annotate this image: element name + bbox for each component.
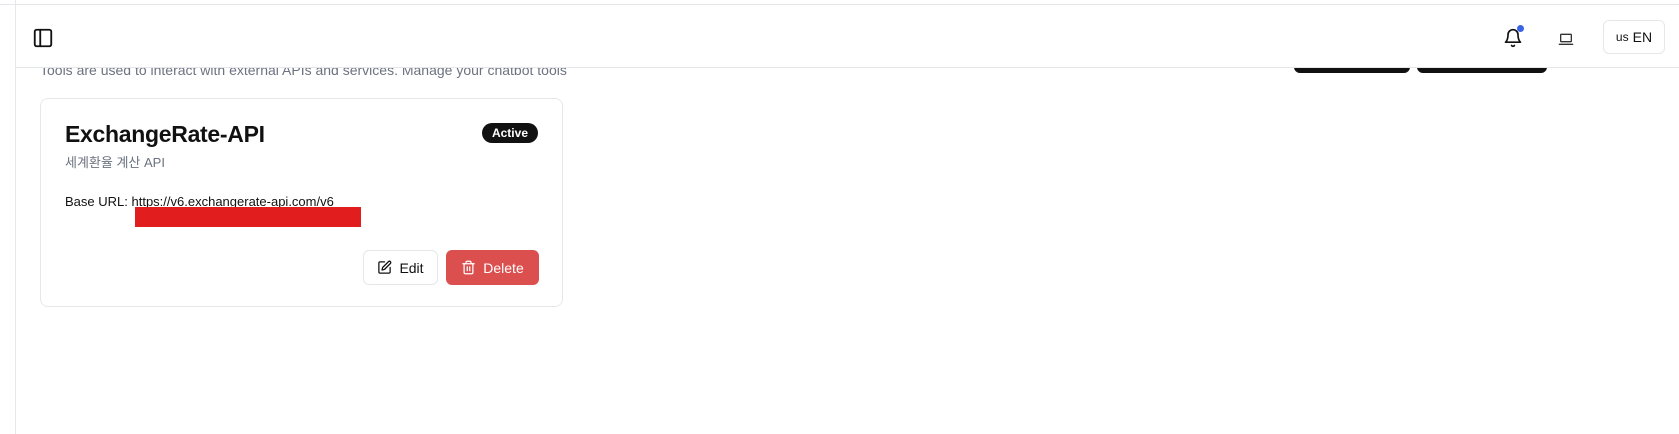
edit-icon [377, 260, 392, 275]
delete-label: Delete [483, 259, 524, 276]
edit-button[interactable]: Edit [363, 250, 438, 285]
device-toggle-button[interactable] [1554, 27, 1578, 51]
sidebar-panel-icon[interactable] [30, 25, 56, 51]
language-code: EN [1632, 29, 1653, 45]
language-selector[interactable]: us EN [1603, 20, 1665, 54]
laptop-icon [1558, 31, 1574, 47]
redaction-box [135, 207, 361, 227]
edit-label: Edit [399, 259, 424, 276]
collapsed-sidebar [0, 0, 16, 434]
top-header: us EN [16, 5, 1679, 68]
tool-name: ExchangeRate-API [65, 121, 265, 147]
delete-button[interactable]: Delete [446, 250, 539, 285]
status-badge: Active [481, 123, 538, 143]
app-frame: Tools are used to interact with external… [0, 0, 1679, 434]
base-url-label: Base URL: [65, 194, 128, 209]
notification-dot [1517, 25, 1524, 32]
notification-button[interactable] [1500, 25, 1526, 51]
trash-icon [461, 260, 476, 275]
tool-card: ExchangeRate-API Active 세계환율 계산 API Base… [40, 98, 563, 307]
tool-description: 세계환율 계산 API [65, 155, 165, 170]
flag-icon: us [1615, 30, 1629, 44]
